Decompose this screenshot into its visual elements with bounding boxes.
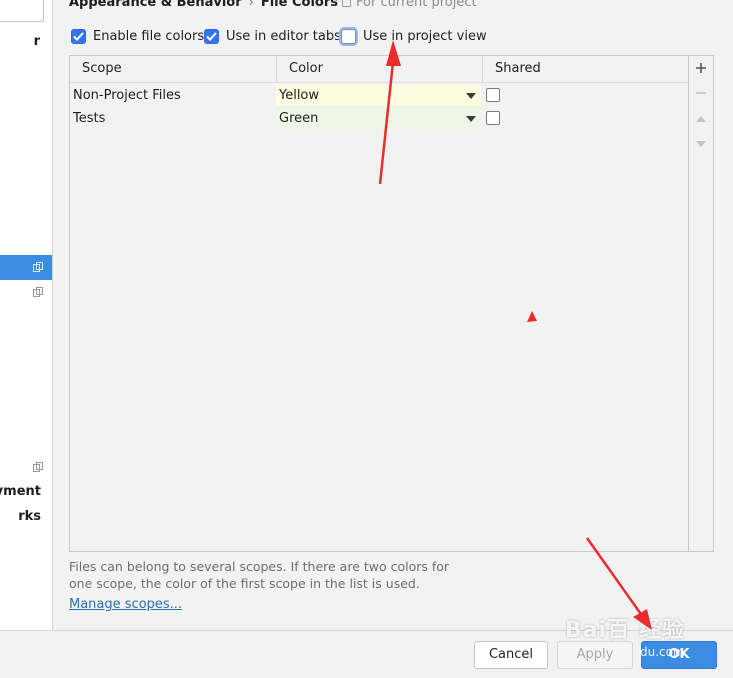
ok-button[interactable]: OK: [641, 641, 717, 669]
cancel-button[interactable]: Cancel: [474, 641, 548, 669]
color-dropdown[interactable]: Green: [276, 108, 481, 129]
table-header: Scope Color Shared: [70, 56, 688, 83]
table-row[interactable]: Non-Project Files Yellow: [70, 84, 687, 107]
move-up-button[interactable]: [689, 107, 713, 131]
page-title: File Colors: [260, 0, 338, 10]
column-header-color[interactable]: Color: [277, 56, 482, 83]
color-value: Green: [279, 111, 319, 126]
manage-scopes-link[interactable]: Manage scopes...: [69, 597, 182, 612]
breadcrumb: Appearance & Behavior › File Colors: [69, 0, 338, 10]
arrow-up-icon: [696, 116, 706, 122]
tree-item-deployment[interactable]: oyment: [0, 484, 41, 499]
scope-cell[interactable]: Tests: [73, 107, 105, 130]
use-in-project-view-label[interactable]: Use in project view: [363, 29, 487, 44]
apply-button[interactable]: Apply: [557, 641, 633, 669]
dropdown-arrow-icon[interactable]: [466, 93, 476, 99]
use-in-editor-tabs-checkbox[interactable]: [204, 29, 219, 44]
move-down-button[interactable]: [689, 132, 713, 156]
plus-icon: [696, 63, 706, 73]
use-in-project-view-checkbox[interactable]: [341, 29, 356, 44]
arrow-down-icon: [696, 141, 706, 147]
project-icon: [342, 0, 351, 7]
check-icon: [206, 32, 217, 41]
breadcrumb-separator: ›: [248, 0, 254, 10]
settings-tree: r oyment rks: [0, 0, 53, 630]
scope-note: For current project: [342, 0, 477, 10]
enable-file-colors-label[interactable]: Enable file colors: [93, 29, 204, 44]
shared-checkbox[interactable]: [486, 111, 500, 125]
scope-cell[interactable]: Non-Project Files: [73, 84, 181, 107]
use-in-project-view-option[interactable]: Use in project view: [341, 29, 487, 44]
table-toolbar: [689, 55, 714, 552]
color-value: Yellow: [279, 88, 320, 103]
tree-item-selected[interactable]: [0, 255, 52, 280]
minus-icon: [696, 92, 706, 94]
scope-note-label: For current project: [356, 0, 477, 10]
add-scope-button[interactable]: [689, 56, 713, 80]
breadcrumb-parent[interactable]: Appearance & Behavior: [69, 0, 242, 10]
table-row[interactable]: Tests Green: [70, 107, 687, 130]
color-dropdown[interactable]: Yellow: [276, 85, 481, 106]
tree-item-frameworks[interactable]: rks: [18, 509, 41, 524]
enable-file-colors-option[interactable]: Enable file colors: [71, 29, 204, 44]
check-icon: [73, 32, 84, 41]
file-colors-hint: Files can belong to several scopes. If t…: [69, 559, 450, 591]
shared-checkbox[interactable]: [486, 88, 500, 102]
dialog-footer: Cancel Apply OK: [0, 630, 733, 678]
project-scope-icon: [33, 262, 43, 272]
remove-scope-button[interactable]: [689, 81, 713, 105]
use-in-editor-tabs-option[interactable]: Use in editor tabs: [204, 29, 341, 44]
dropdown-arrow-icon[interactable]: [466, 116, 476, 122]
tree-item-partial-1[interactable]: r: [34, 34, 40, 49]
file-colors-table: Scope Color Shared Non-Project Files Yel…: [69, 55, 689, 552]
enable-file-colors-checkbox[interactable]: [71, 29, 86, 44]
settings-search-input[interactable]: [0, 0, 44, 22]
use-in-editor-tabs-label[interactable]: Use in editor tabs: [226, 29, 341, 44]
project-scope-icon: [33, 462, 43, 472]
column-header-shared[interactable]: Shared: [483, 56, 688, 83]
project-scope-icon: [33, 287, 43, 297]
column-header-scope[interactable]: Scope: [70, 56, 276, 83]
